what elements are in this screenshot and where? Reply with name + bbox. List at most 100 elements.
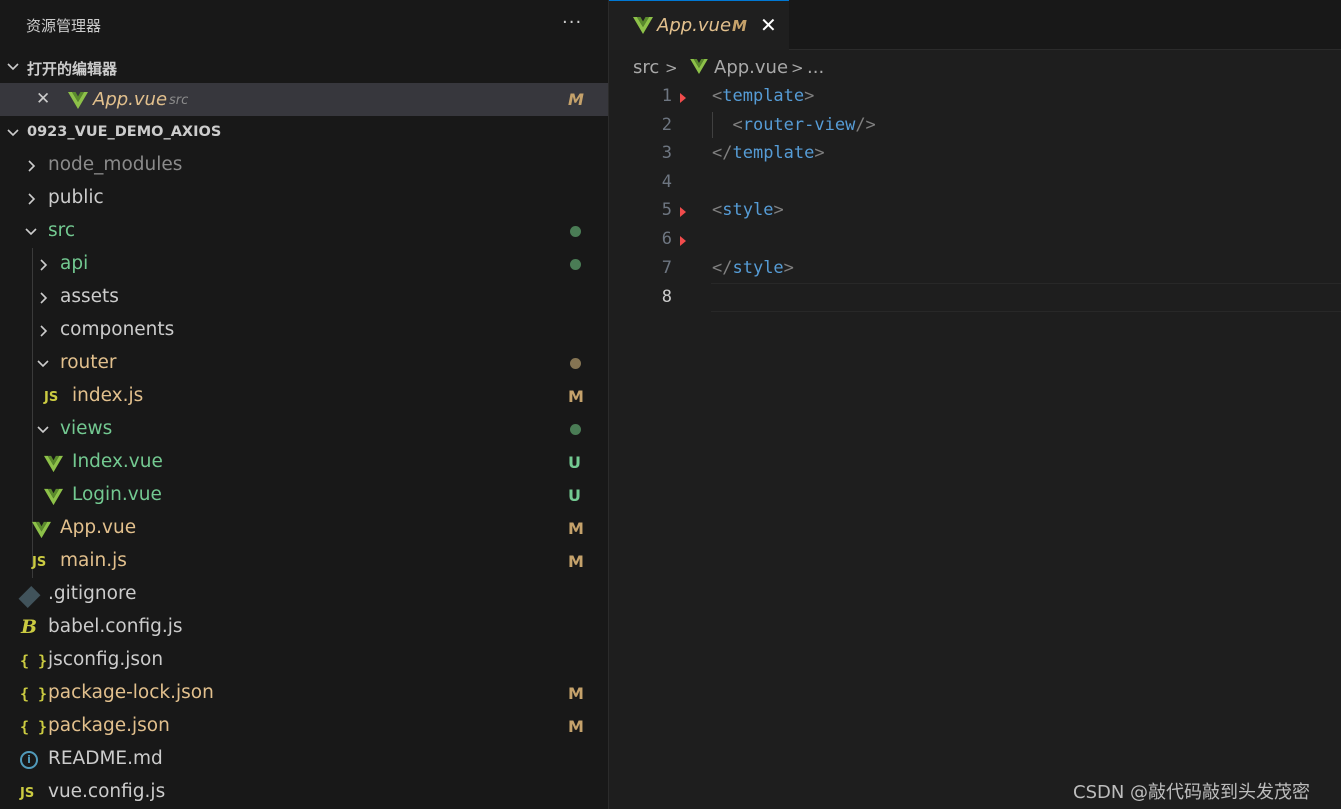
code-token: router-view [742,114,856,135]
chevron-right-icon [40,259,48,271]
code-line[interactable]: 8 [662,283,1341,312]
git-status-badge: M [568,90,584,109]
code-token: </ [712,257,733,278]
code-text: </template> [712,143,825,163]
file-item[interactable]: JS index.js M [0,380,608,413]
chevron-down-icon [7,129,19,137]
git-change-dot [570,424,581,435]
file-item[interactable]: .gitignore [0,578,608,611]
folder-item[interactable]: src [0,215,608,248]
code-token: > [814,143,825,164]
breadcrumb: src > App.vue > ... [609,52,1341,82]
vue-icon [633,17,653,34]
code-token: style [732,257,784,278]
close-icon[interactable]: ✕ [760,13,777,37]
code-token: < [712,86,723,106]
file-item[interactable]: { } jsconfig.json [0,644,608,677]
folder-name: components [60,319,175,340]
file-item[interactable]: { } package-lock.json M [0,677,608,710]
code-editor[interactable]: 1 <template> 2 <router-view/> 3 </template> 4… [609,83,1341,312]
file-item[interactable]: Bbabel.config.js [0,611,608,644]
vue-icon [44,488,63,506]
line-number: 1 [661,86,672,106]
git-status-badge: M [568,717,584,736]
close-icon[interactable]: ✕ [36,89,50,109]
file-name: babel.config.js [48,616,183,637]
code-line[interactable]: 4 [609,169,1341,198]
dirty-diff-marker-icon[interactable] [680,235,686,246]
chevron-down-icon [37,426,49,434]
file-item[interactable]: JS main.js M [0,545,608,578]
chevron-down-icon [37,360,49,368]
tab-label: App.vue [657,15,732,36]
folder-item[interactable]: router [0,347,608,380]
chevron-right-icon: > [791,59,804,77]
code-token: </ [712,143,733,164]
folder-item[interactable]: api [0,248,608,281]
json-icon: { } [20,718,48,736]
tab-git-status: M [732,17,747,35]
code-token: > [783,257,794,278]
chevron-right-icon [28,193,36,205]
code-line[interactable]: 2 <router-view/> [609,112,1341,141]
code-line[interactable]: 6 [609,226,1341,255]
babel-icon: B [21,616,38,638]
file-item[interactable]: { } package.json M [0,710,608,743]
file-tree: node_modulespublic src api assets components… [0,149,608,809]
folder-name: router [60,352,117,373]
explorer-sidebar: 资源管理器 ··· 打开的编辑器 ✕ App.vue src M 0923_VU… [0,0,608,809]
code-line[interactable]: 5 <style> [609,197,1341,226]
project-section-header[interactable]: 0923_VUE_DEMO_AXIOS [0,116,608,149]
vue-icon [690,59,708,74]
code-line[interactable]: 1 <template> [609,83,1341,112]
folder-item[interactable]: components [0,314,608,347]
git-status-badge: M [568,387,584,406]
open-editors-section-header[interactable]: 打开的编辑器 [0,50,608,83]
code-text: <router-view/> [712,114,876,135]
code-line[interactable]: 7 </style> [609,255,1341,284]
folder-item[interactable]: assets [0,281,608,314]
file-item[interactable]: Login.vue U [0,479,608,512]
folder-item[interactable]: public [0,182,608,215]
folder-name: views [60,418,113,439]
git-status-badge: M [568,684,584,703]
git-change-dot [570,259,581,270]
dirty-diff-marker-icon[interactable] [680,93,686,103]
line-number: 4 [661,171,672,192]
file-name: App.vue [60,517,137,538]
watermark: CSDN @敲代码敲到头发茂密 [1073,782,1311,803]
vue-icon [68,92,88,109]
more-actions-icon[interactable]: ··· [562,12,582,33]
code-token: > [804,86,815,106]
line-number: 8 [661,287,672,308]
code-token: style [722,200,774,221]
js-icon: JS [20,786,35,801]
breadcrumb-folder[interactable]: src [633,57,659,78]
breadcrumb-file[interactable]: App.vue [714,57,788,78]
folder-name: src [48,220,76,241]
file-name: vue.config.js [48,781,166,802]
vue-icon [44,455,63,473]
code-token: < [712,114,743,135]
file-item[interactable]: Index.vue U [0,446,608,479]
code-text: <template> [712,86,814,106]
file-item[interactable]: i README.md [0,743,608,776]
file-item[interactable]: JS vue.config.js [0,776,608,809]
chevron-right-icon: > [665,59,678,77]
file-item[interactable]: App.vue M [0,512,608,545]
code-token: /> [855,114,876,135]
tab-app-vue[interactable]: App.vue M ✕ [609,0,789,50]
code-line[interactable]: 3 </template> [609,140,1341,169]
js-icon: JS [32,555,47,570]
git-icon [18,586,41,608]
breadcrumb-symbol[interactable]: ... [807,57,824,78]
open-editor-item[interactable]: ✕ App.vue src M [0,83,608,116]
dirty-diff-marker-icon[interactable] [680,207,686,218]
chevron-right-icon [40,325,48,337]
folder-item[interactable]: node_modules [0,149,608,182]
editor-tab-bar: App.vue M ✕ [609,0,1341,50]
folder-item[interactable]: views [0,413,608,446]
line-number: 3 [661,143,672,164]
file-name: package.json [48,715,170,736]
folder-name: node_modules [48,154,183,175]
